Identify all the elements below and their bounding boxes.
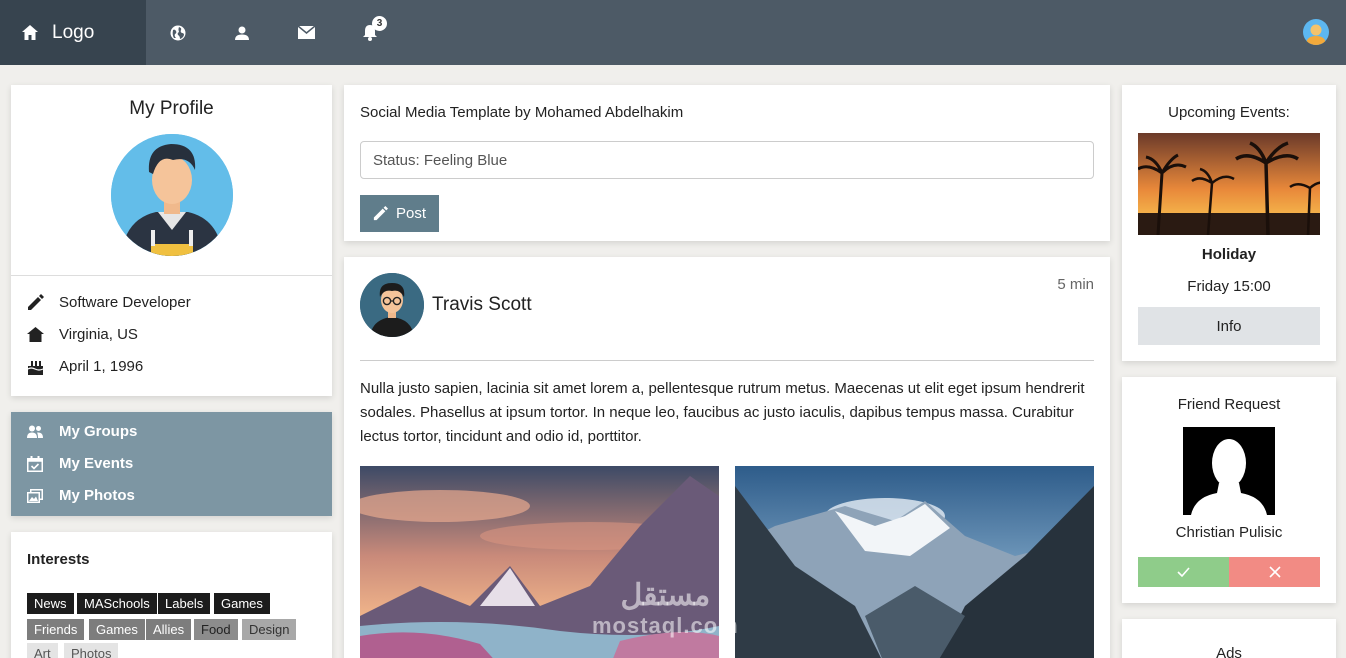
friend-request-title: Friend Request [1177,396,1281,413]
post-card: Travis Scott 5 min Nulla justo sapien, l… [344,257,1110,658]
nav-messages-button[interactable] [274,0,338,65]
post-image-sunset-mountains[interactable] [360,466,719,658]
friend-request-card: Friend Request Christian Pulisic [1122,377,1336,603]
post-image-snowy-mountain[interactable] [735,466,1094,658]
post-body-text: Nulla justo sapien, lacinia sit amet lor… [360,380,1085,445]
nav-notifications-button[interactable]: 3 [338,0,402,65]
interest-tag[interactable]: Design [242,619,297,640]
interest-tag[interactable]: Friends [27,619,85,640]
event-image-palm-sunset [1138,133,1320,235]
post-timestamp: 5 min [1057,276,1094,293]
status-input[interactable] [360,141,1094,179]
check-icon [1177,567,1190,577]
nav-globe-button[interactable] [146,0,210,65]
profile-divider [11,275,332,276]
interests-card: Interests News MASchools Labels Games Fr… [11,532,332,658]
event-name: Holiday [1201,246,1257,263]
user-avatar[interactable] [1303,19,1329,45]
users-icon [27,425,43,438]
decline-friend-button[interactable] [1229,557,1320,587]
interest-tag[interactable]: Art [27,643,58,658]
friend-name[interactable]: Christian Pulisic [1122,524,1336,541]
interest-tag[interactable]: Labels [158,593,211,614]
menu-item-events[interactable]: My Events [27,455,133,472]
profile-card: My Profile Software Developer Virginia, … [11,85,332,396]
upcoming-events-card: Upcoming Events: Holiday Friday 15:00 In… [1122,85,1336,361]
photos-icon [27,488,43,503]
profile-birthday: April 1, 1996 [59,358,144,375]
post-divider [360,360,1094,361]
globe-icon [170,25,186,40]
pencil-icon [28,294,44,310]
ads-title: Ads [1216,645,1242,658]
user-icon [235,26,249,40]
profile-title: My Profile [129,98,214,119]
menu-item-label: My Groups [59,423,138,440]
home-icon [22,25,38,40]
post-author-avatar[interactable] [360,273,424,337]
event-info-button[interactable]: Info [1138,307,1320,345]
interest-tag[interactable]: Food [194,619,238,640]
notification-badge: 3 [372,16,387,31]
calendar-check-icon [27,455,43,472]
interest-tag[interactable]: News [27,593,74,614]
close-icon [1268,566,1281,578]
friend-avatar-silhouette[interactable] [1183,427,1275,515]
interests-title: Interests [27,551,90,568]
profile-location: Virginia, US [59,326,138,343]
side-menu: My Groups My Events My Photos [11,412,332,516]
pencil-icon [373,206,388,221]
event-time: Friday 15:00 [1187,278,1271,295]
ads-card: Ads [1122,619,1336,658]
home-icon [27,327,44,342]
interest-tag[interactable]: Games [214,593,270,614]
nav-profile-button[interactable] [210,0,274,65]
menu-item-label: My Photos [59,487,135,504]
menu-item-photos[interactable]: My Photos [27,487,135,504]
accept-friend-button[interactable] [1138,557,1229,587]
profile-location-row: Virginia, US [27,326,138,343]
interest-tag[interactable]: Photos [64,643,119,658]
profile-job-row: Software Developer [27,294,191,311]
top-navbar: Logo 3 [0,0,1346,65]
menu-item-label: My Events [59,455,134,472]
logo-label: Logo [52,21,95,43]
status-card-title: Social Media Template by Mohamed Abdelha… [360,104,684,121]
profile-avatar [111,134,233,256]
status-card: Social Media Template by Mohamed Abdelha… [344,85,1110,241]
post-button[interactable]: Post [360,195,439,232]
menu-item-groups[interactable]: My Groups [27,423,137,440]
profile-job: Software Developer [59,294,191,311]
post-button-label: Post [395,205,426,222]
interest-tag[interactable]: Allies [146,619,192,640]
birthday-cake-icon [27,361,44,375]
profile-birthday-row: April 1, 1996 [27,358,143,375]
interest-tag[interactable]: Games [89,619,145,640]
events-title: Upcoming Events: [1168,104,1290,121]
envelope-icon [297,26,315,39]
interest-tag[interactable]: MASchools [77,593,157,614]
home-logo-link[interactable]: Logo [0,0,146,65]
post-author-name[interactable]: Travis Scott [432,294,532,316]
